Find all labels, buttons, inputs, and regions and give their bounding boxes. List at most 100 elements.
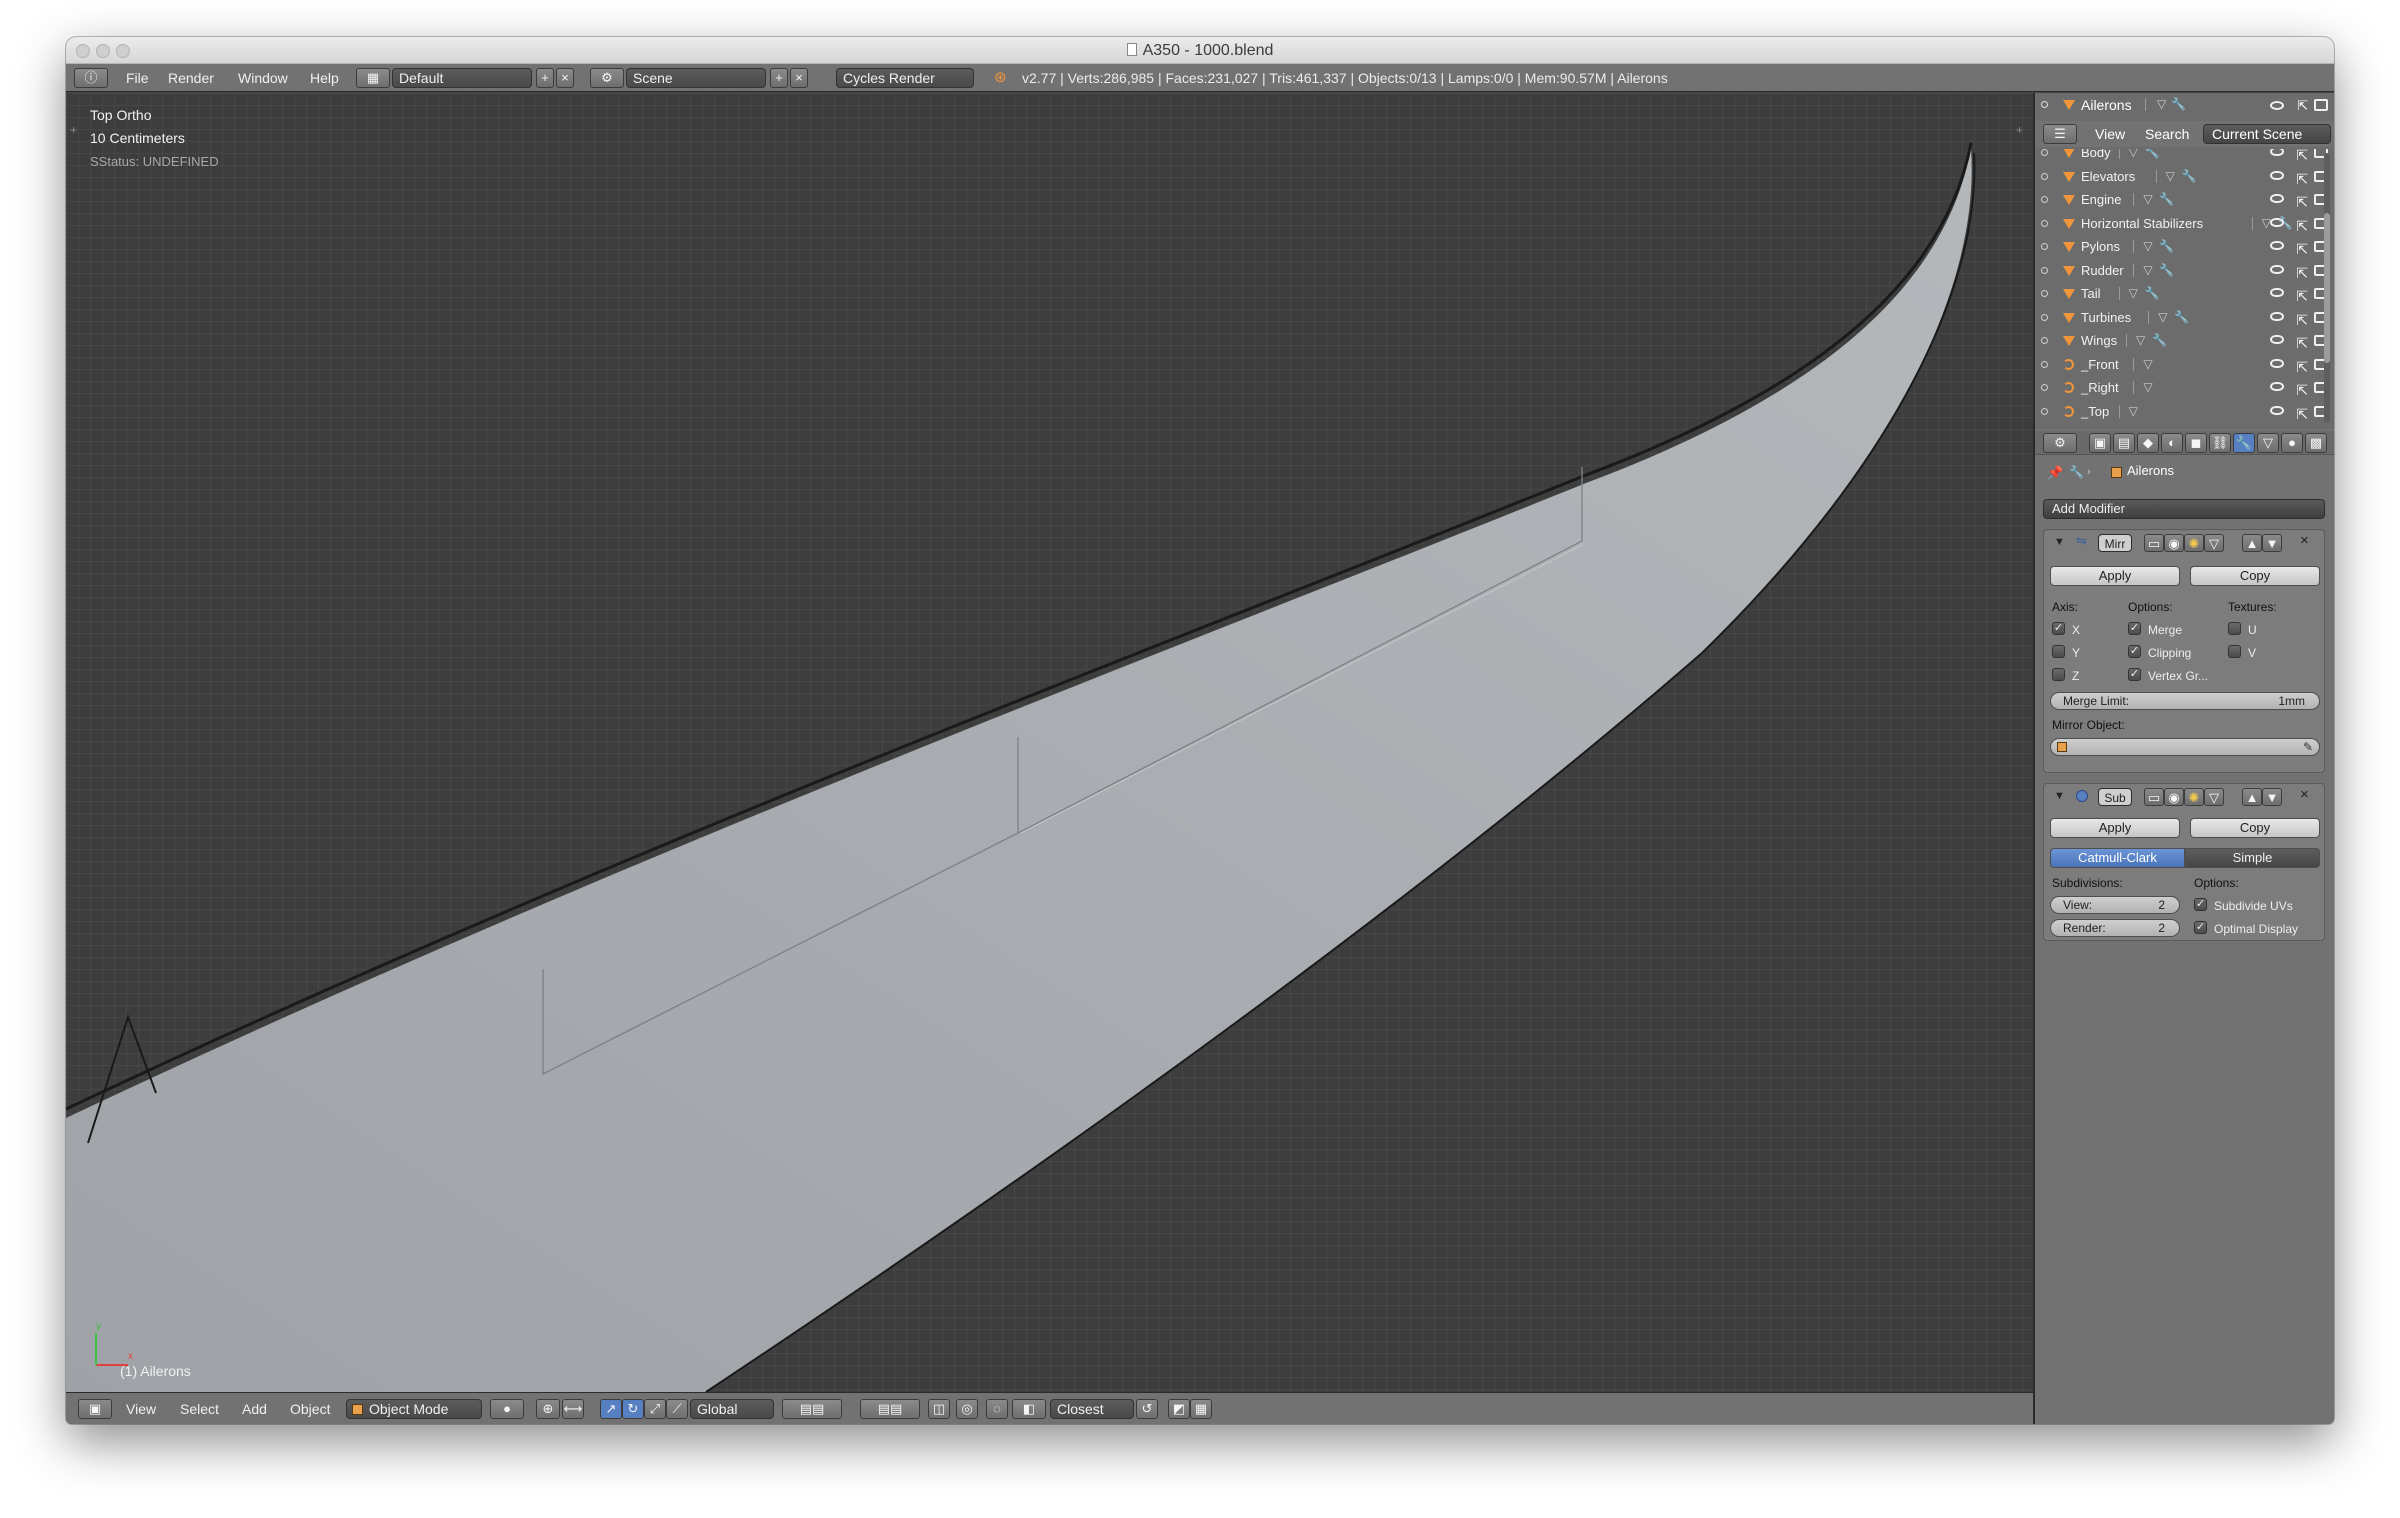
falloff-icon[interactable]: ◌ <box>986 1399 1008 1419</box>
outliner-item[interactable]: _Front ▽ ⇱ <box>2035 353 2334 376</box>
snap-target-select[interactable]: Closest <box>1050 1399 1134 1419</box>
outliner-editor-icon[interactable]: ☰ <box>2043 124 2077 144</box>
expand-icon[interactable] <box>2041 243 2048 250</box>
visibility-eye-icon[interactable] <box>2270 101 2284 110</box>
mirror-apply-button[interactable]: Apply <box>2050 566 2180 586</box>
delete-scene-icon[interactable]: × <box>790 68 808 88</box>
opengl-render-icon[interactable]: ◩ <box>1168 1399 1190 1419</box>
menu-help[interactable]: Help <box>310 68 339 88</box>
subsurf-move-down-icon[interactable]: ▼ <box>2262 788 2282 806</box>
visibility-eye-icon[interactable] <box>2270 194 2284 203</box>
constraints-tab-icon[interactable]: ⛓ <box>2209 433 2231 453</box>
modifiers-tab-icon[interactable]: 🔧 <box>2233 433 2255 453</box>
collapse-subsurf-icon[interactable]: ▼ <box>2054 790 2065 802</box>
subsurf-copy-button[interactable]: Copy <box>2190 818 2320 838</box>
layout-grid-icon[interactable]: ▦ <box>356 68 390 88</box>
render-tab-icon[interactable]: ▣ <box>2089 433 2111 453</box>
vertex-groups-checkbox[interactable]: ✓ <box>2128 668 2141 681</box>
catmull-clark-button[interactable]: Catmull-Clark <box>2050 848 2185 868</box>
layers-grid-2[interactable]: ▤▤ <box>860 1399 920 1419</box>
mirror-move-down-icon[interactable]: ▼ <box>2262 534 2282 552</box>
render-engine-select[interactable]: Cycles Render <box>836 68 974 88</box>
translate-icon[interactable]: ↗ <box>600 1399 622 1419</box>
visibility-eye-icon[interactable] <box>2270 149 2284 156</box>
outliner-item[interactable]: Turbines ▽ 🔧 ⇱ <box>2035 306 2334 329</box>
select-arrow-icon[interactable]: ⇱ <box>2297 98 2308 114</box>
properties-plus-icon[interactable]: + <box>2016 123 2023 137</box>
expand-icon[interactable] <box>2041 172 2048 180</box>
menu-object[interactable]: Object <box>290 1399 330 1419</box>
rotate-icon[interactable]: ↻ <box>622 1399 644 1419</box>
subsurf-apply-button[interactable]: Apply <box>2050 818 2180 838</box>
orientation-select[interactable]: Global <box>690 1399 774 1419</box>
active-object-row[interactable]: Ailerons ▽ 🔧 ⇱ <box>2035 93 2334 119</box>
normal-icon[interactable]: ⟋ <box>666 1399 688 1419</box>
clipping-checkbox[interactable]: ✓ <box>2128 645 2141 658</box>
outliner-tab-search[interactable]: Search <box>2145 126 2189 142</box>
axis-x-checkbox[interactable]: ✓ <box>2052 622 2065 635</box>
outliner-item[interactable]: Tail ▽ 🔧 ⇱ <box>2035 282 2334 305</box>
expand-icon[interactable] <box>2041 149 2048 156</box>
layout-field[interactable]: Default <box>392 68 532 88</box>
add-scene-icon[interactable]: + <box>770 68 788 88</box>
outliner-scroll-thumb[interactable] <box>2324 213 2330 363</box>
mirror-render-icon[interactable]: ✺ <box>2184 534 2204 552</box>
layers-grid-1[interactable]: ▤▤ <box>782 1399 842 1419</box>
visibility-eye-icon[interactable] <box>2270 288 2284 297</box>
visibility-eye-icon[interactable] <box>2270 170 2284 180</box>
render-levels-field[interactable]: Render: 2 <box>2050 919 2180 937</box>
merge-limit-field[interactable]: Merge Limit: 1mm <box>2050 692 2320 710</box>
eyedropper-icon[interactable]: ✎ <box>2303 739 2313 755</box>
optimal-display-checkbox[interactable]: ✓ <box>2194 921 2207 934</box>
outliner-item[interactable]: Engine ▽ 🔧 ⇱ <box>2035 188 2334 211</box>
expand-icon[interactable] <box>2041 101 2048 108</box>
visibility-eye-icon[interactable] <box>2270 358 2284 368</box>
material-tab-icon[interactable]: ● <box>2281 433 2303 453</box>
outliner-item[interactable]: Horizontal Stabilizers ▽ 🔧 ⇱ <box>2035 212 2334 235</box>
render-layer-icon[interactable]: ◫ <box>928 1399 950 1419</box>
outliner-item[interactable]: Rudder ▽ 🔧 ⇱ <box>2035 259 2334 282</box>
visibility-eye-icon[interactable] <box>2270 382 2284 391</box>
mirror-editmode-icon[interactable]: ▭ <box>2144 534 2164 552</box>
mirror-copy-button[interactable]: Copy <box>2190 566 2320 586</box>
merge-checkbox[interactable]: ✓ <box>2128 622 2141 635</box>
outliner-item[interactable]: Wings ▽ 🔧 ⇱ <box>2035 329 2334 352</box>
properties-editor-icon[interactable]: ⚙ <box>2043 433 2077 453</box>
expand-icon[interactable] <box>2041 360 2048 368</box>
mirror-move-up-icon[interactable]: ▲ <box>2242 534 2262 552</box>
subsurf-realtime-icon[interactable]: ◉ <box>2164 788 2184 806</box>
visibility-eye-icon[interactable] <box>2270 217 2284 227</box>
opengl-anim-icon[interactable]: ▦ <box>1190 1399 1212 1419</box>
add-modifier-select[interactable]: Add Modifier <box>2043 499 2325 519</box>
visibility-eye-icon[interactable] <box>2270 311 2284 321</box>
menu-window[interactable]: Window <box>238 68 288 88</box>
expand-icon[interactable] <box>2041 384 2048 391</box>
delete-layout-icon[interactable]: × <box>556 68 574 88</box>
proportional-icon[interactable]: ◎ <box>956 1399 978 1419</box>
snap-rotate-icon[interactable]: ↺ <box>1136 1399 1158 1419</box>
select-arrow-icon[interactable]: ⇱ <box>2296 403 2308 426</box>
mirror-realtime-icon[interactable]: ◉ <box>2164 534 2184 552</box>
visibility-eye-icon[interactable] <box>2270 405 2284 415</box>
menu-add[interactable]: Add <box>242 1399 267 1419</box>
texture-tab-icon[interactable]: ▩ <box>2305 433 2327 453</box>
mirror-name-field[interactable]: Mirr <box>2098 534 2132 552</box>
axis-z-checkbox[interactable] <box>2052 668 2065 681</box>
add-layout-icon[interactable]: + <box>536 68 554 88</box>
subsurf-render-icon[interactable]: ✺ <box>2184 788 2204 806</box>
subsurf-remove-icon[interactable]: × <box>2300 786 2309 803</box>
subsurf-move-up-icon[interactable]: ▲ <box>2242 788 2262 806</box>
mirror-cage-icon[interactable]: ▽ <box>2204 534 2224 552</box>
world-tab-icon[interactable]: ◐ <box>2161 433 2183 453</box>
outliner-item[interactable]: Body ▽ 🔧 ⇱ <box>2035 149 2334 164</box>
pivot-icon[interactable]: ⊕ <box>536 1399 560 1419</box>
viewport-editor-icon[interactable]: ▣ <box>78 1399 112 1419</box>
expand-icon[interactable] <box>2041 196 2048 203</box>
scale-icon[interactable]: ⤢ <box>644 1399 666 1419</box>
mirror-object-field[interactable]: ✎ <box>2050 738 2320 756</box>
scene-tab-icon[interactable]: ◆ <box>2137 433 2159 453</box>
outliner-item[interactable]: Elevators ▽ 🔧 ⇱ <box>2035 165 2334 188</box>
texture-u-checkbox[interactable] <box>2228 622 2241 635</box>
menu-render[interactable]: Render <box>168 68 214 88</box>
render-layers-tab-icon[interactable]: ▤ <box>2113 433 2135 453</box>
